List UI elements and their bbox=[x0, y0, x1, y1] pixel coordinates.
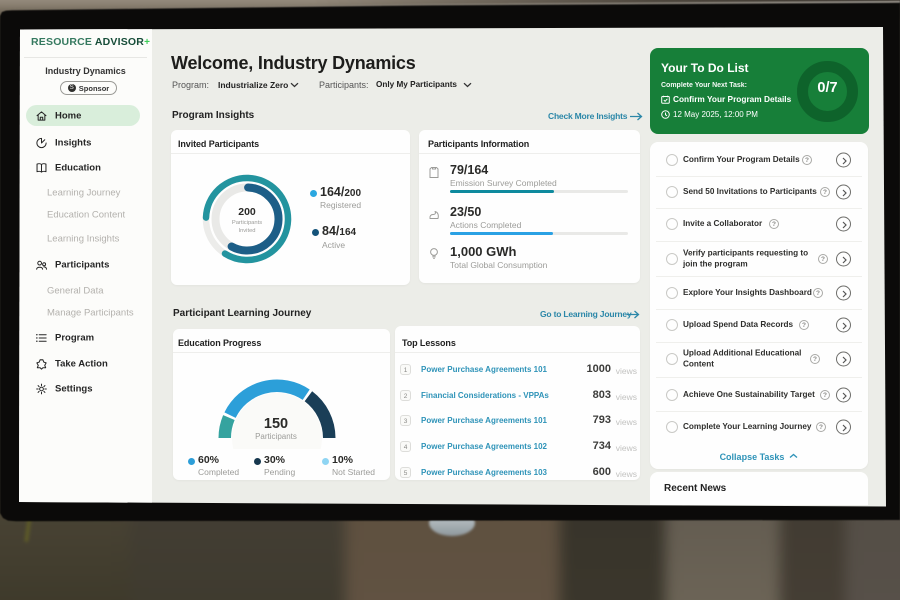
svg-text:Invited: Invited bbox=[238, 228, 255, 234]
svg-text:200: 200 bbox=[238, 206, 256, 218]
svg-text:Participants: Participants bbox=[232, 220, 262, 226]
